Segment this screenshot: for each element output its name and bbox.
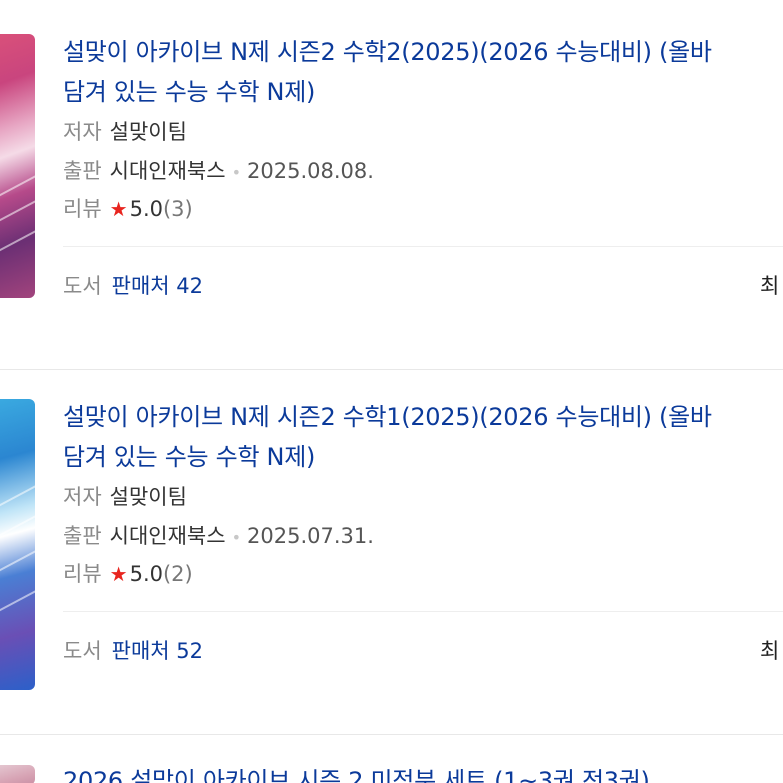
- author-row: 저자 설맞이팀: [63, 482, 187, 512]
- sellers-link[interactable]: 판매처 42: [112, 274, 203, 298]
- product-type-label: 도서: [63, 639, 102, 663]
- product-type-label: 도서: [63, 274, 102, 298]
- book-item: 2026 설맞이 아카이브 시즌 2 미적분 세트 (1~3권 전3권): [0, 735, 783, 783]
- review-count: (3): [162, 197, 193, 221]
- author-name: 설맞이팀: [109, 485, 187, 509]
- review-row[interactable]: 리뷰 ★5.0(2): [63, 559, 193, 589]
- review-row[interactable]: 리뷰 ★5.0(3): [63, 194, 193, 224]
- book-item: 설맞이 아카이브 N제 시즌2 수학1(2025)(2026 수능대비) (올바…: [0, 370, 783, 735]
- review-label: 리뷰: [63, 197, 102, 221]
- publisher-name: 시대인재북스: [109, 524, 226, 548]
- sellers-link[interactable]: 판매처 52: [112, 639, 203, 663]
- rating-value: 5.0: [129, 197, 163, 221]
- author-row: 저자 설맞이팀: [63, 117, 187, 147]
- book-title-link[interactable]: 2026 설맞이 아카이브 시즌 2 미적분 세트 (1~3권 전3권): [63, 761, 783, 783]
- sellers-row: 도서 판매처 52: [63, 635, 203, 667]
- book-item: 설맞이 아카이브 N제 시즌2 수학2(2025)(2026 수능대비) (올바…: [0, 0, 783, 370]
- book-title-link-line2[interactable]: 담겨 있는 수능 수학 N제): [63, 437, 783, 477]
- book-title-link[interactable]: 설맞이 아카이브 N제 시즌2 수학1(2025)(2026 수능대비) (올바: [63, 397, 783, 437]
- author-label: 저자: [63, 120, 102, 144]
- review-count: (2): [162, 562, 193, 586]
- lowest-price-label: 최: [760, 639, 780, 663]
- book-cover-image[interactable]: [0, 765, 35, 783]
- review-label: 리뷰: [63, 562, 102, 586]
- publisher-label: 출판: [63, 524, 102, 548]
- divider: [63, 611, 783, 612]
- publisher-name: 시대인재북스: [109, 159, 226, 183]
- dot-separator: •: [231, 528, 241, 547]
- author-name: 설맞이팀: [109, 120, 187, 144]
- author-label: 저자: [63, 485, 102, 509]
- lowest-price-label: 최: [760, 274, 780, 298]
- divider: [63, 246, 783, 247]
- book-title-link-line2[interactable]: 담겨 있는 수능 수학 N제): [63, 72, 783, 112]
- publisher-label: 출판: [63, 159, 102, 183]
- publish-date: 2025.08.08.: [247, 159, 374, 183]
- star-icon: ★: [109, 562, 128, 586]
- publisher-row: 출판 시대인재북스 • 2025.08.08.: [63, 156, 374, 186]
- book-title-link[interactable]: 설맞이 아카이브 N제 시즌2 수학2(2025)(2026 수능대비) (올바: [63, 32, 783, 72]
- book-cover-image[interactable]: [0, 399, 35, 690]
- sellers-row: 도서 판매처 42: [63, 270, 203, 302]
- rating-value: 5.0: [129, 562, 163, 586]
- book-cover-image[interactable]: [0, 34, 35, 298]
- dot-separator: •: [231, 163, 241, 182]
- publish-date: 2025.07.31.: [247, 524, 374, 548]
- star-icon: ★: [109, 197, 128, 221]
- publisher-row: 출판 시대인재북스 • 2025.07.31.: [63, 521, 374, 551]
